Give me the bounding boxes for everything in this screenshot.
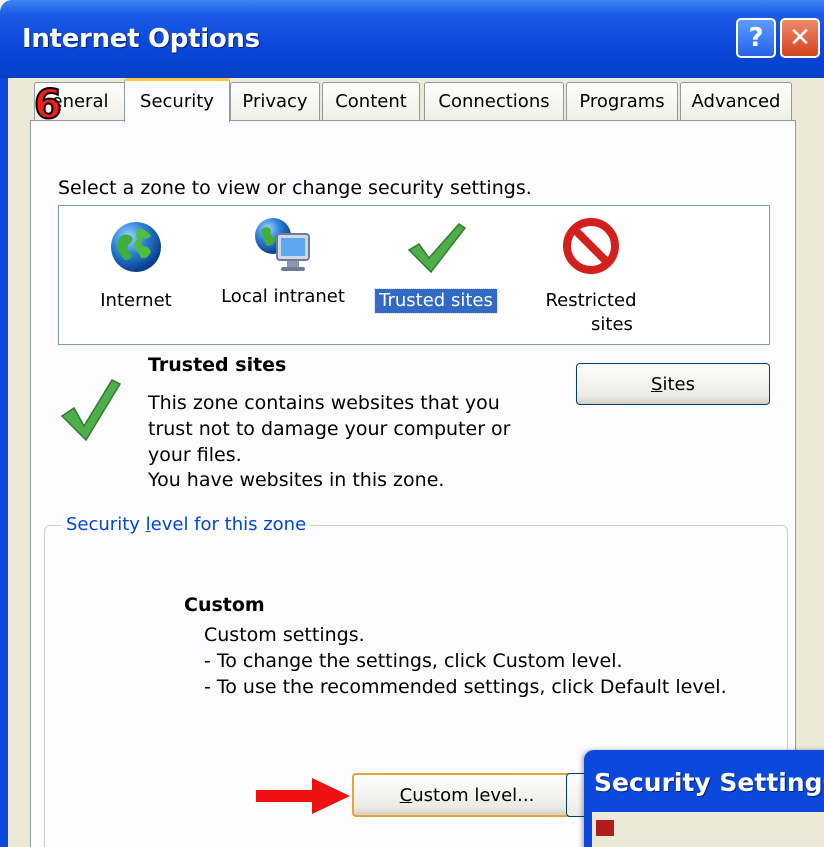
zone-restricted-sites[interactable]: Restricted sites xyxy=(521,206,661,337)
tab-programs[interactable]: Programs xyxy=(566,82,678,120)
checkmark-icon xyxy=(407,223,467,274)
help-button[interactable]: ? xyxy=(736,18,776,58)
zone-local-intranet-label: Local intranet xyxy=(221,286,345,307)
sites-button[interactable]: Sites xyxy=(576,363,770,405)
intranet-monitor-icon xyxy=(255,218,310,271)
settings-list-icon xyxy=(596,820,614,836)
security-level-name: Custom xyxy=(184,594,265,616)
selected-zone-desc-4: You have websites in this zone. xyxy=(148,469,445,491)
zone-restricted-label-line2: sites xyxy=(591,314,633,335)
security-settings-body xyxy=(592,812,824,847)
tab-connections[interactable]: Connections xyxy=(424,82,564,120)
globe-icon xyxy=(111,222,161,272)
close-button[interactable]: ✕ xyxy=(780,18,820,58)
legend-text-start: Security xyxy=(66,514,146,535)
zone-internet[interactable]: Internet xyxy=(81,206,191,313)
restricted-icon xyxy=(563,218,619,274)
window-title: Internet Options xyxy=(22,24,260,54)
tab-content[interactable]: Content xyxy=(322,82,420,120)
custom-level-label: ustom level... xyxy=(412,784,535,806)
sites-button-label: ites xyxy=(662,373,695,395)
zone-instruction: Select a zone to view or change security… xyxy=(58,177,532,199)
sites-button-accel: S xyxy=(651,373,663,395)
zone-restricted-label-line1: Restricted xyxy=(545,290,637,311)
selected-zone-desc-1: This zone contains websites that you xyxy=(148,392,500,414)
security-settings-title: Security Settings - xyxy=(594,768,824,797)
tab-privacy[interactable]: Privacy xyxy=(230,82,320,120)
selected-zone-desc-2: trust not to damage your computer or xyxy=(148,418,511,440)
legend-text-end: evel for this zone xyxy=(150,514,307,535)
internet-options-window: Internet Options ? ✕ eneral Security Pri… xyxy=(0,0,824,847)
step-number-badge: 6 xyxy=(33,81,63,129)
tab-advanced[interactable]: Advanced xyxy=(680,82,792,120)
pointer-arrow-icon xyxy=(256,778,350,814)
security-level-legend: Security level for this zone xyxy=(62,514,311,535)
selected-zone-desc-3: your files. xyxy=(148,444,242,466)
custom-level-button[interactable]: Custom level... xyxy=(352,773,582,817)
zone-trusted-sites[interactable]: Trusted sites xyxy=(367,206,505,314)
zone-list: Internet Local intranet Trusted sites Re… xyxy=(58,205,770,345)
trusted-checkmark-icon xyxy=(60,379,122,442)
security-level-line-2: - To change the settings, click Custom l… xyxy=(204,650,623,672)
window-border xyxy=(0,78,8,847)
zone-local-intranet[interactable]: Local intranet xyxy=(213,206,353,309)
selected-zone-title: Trusted sites xyxy=(148,354,287,376)
security-level-line-3: - To use the recommended settings, click… xyxy=(204,676,727,698)
zone-trusted-sites-label: Trusted sites xyxy=(374,288,498,314)
tab-security[interactable]: Security xyxy=(124,78,230,122)
security-level-line-1: Custom settings. xyxy=(204,624,365,646)
zone-internet-label: Internet xyxy=(100,290,172,311)
custom-level-accel: C xyxy=(399,784,413,806)
